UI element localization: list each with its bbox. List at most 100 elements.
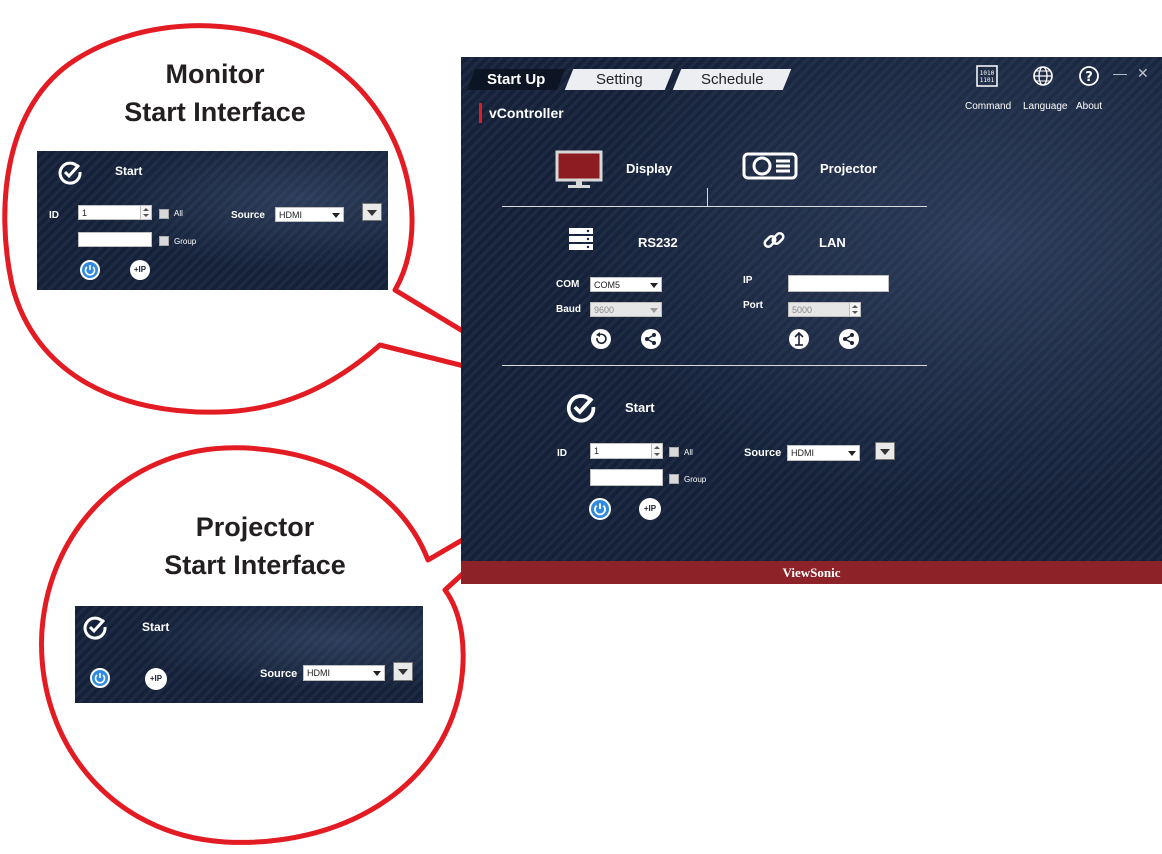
source-select[interactable]: HDMI [303, 665, 385, 681]
projector-icon[interactable] [742, 149, 798, 183]
group-checkbox[interactable] [159, 236, 169, 246]
about-label: About [1076, 101, 1103, 112]
group-input[interactable] [590, 469, 663, 486]
all-checkbox[interactable] [159, 209, 169, 219]
ip-label: IP [743, 275, 753, 286]
send-button[interactable] [393, 662, 413, 681]
source-select[interactable]: HDMI [787, 445, 860, 461]
power-button[interactable] [589, 498, 611, 520]
source-label: Source [231, 210, 265, 221]
com-select[interactable]: COM5 [590, 277, 662, 292]
tab-setting[interactable]: Setting [564, 69, 674, 90]
monitor-start-panel: Start ID 1 All Group Source HDMI +IP [37, 151, 388, 290]
power-icon [84, 265, 96, 276]
send-button[interactable] [875, 442, 895, 460]
projector-label[interactable]: Projector [820, 161, 877, 176]
port-stepper[interactable]: 5000 [788, 302, 861, 317]
source-value: HDMI [307, 668, 330, 678]
divider [502, 206, 927, 207]
tab-schedule[interactable]: Schedule [672, 69, 792, 90]
language-button[interactable] [1032, 65, 1054, 87]
baud-value: 9600 [594, 305, 615, 315]
lan-title: LAN [819, 235, 846, 250]
display-label[interactable]: Display [626, 161, 672, 176]
tab-start-up[interactable]: Start Up [466, 69, 566, 90]
projector-callout-line2: Start Interface [164, 550, 346, 580]
monitor-callout-title: Monitor Start Interface [95, 55, 335, 131]
network-search-button[interactable] [789, 329, 809, 349]
id-spin-buttons[interactable] [140, 206, 151, 219]
group-label: Group [174, 237, 197, 246]
svg-text:?: ? [1085, 70, 1093, 85]
tab-bar: Start Up Setting Schedule [461, 57, 1162, 93]
server-icon [569, 228, 593, 250]
minimize-button[interactable]: — [1113, 65, 1127, 81]
check-circle-icon [83, 616, 107, 640]
group-checkbox[interactable] [669, 474, 679, 484]
source-select[interactable]: HDMI [275, 207, 344, 222]
divider [502, 365, 927, 366]
start-title: Start [115, 164, 143, 178]
language-label: Language [1023, 101, 1068, 112]
add-ip-button[interactable]: +IP [130, 260, 150, 280]
send-button[interactable] [362, 203, 382, 221]
add-ip-button[interactable]: +IP [145, 668, 167, 690]
baud-select[interactable]: 9600 [590, 302, 662, 317]
link-icon [763, 231, 785, 249]
monitor-callout-line2: Start Interface [124, 97, 306, 127]
baud-label: Baud [556, 304, 581, 315]
source-value: HDMI [279, 210, 302, 220]
id-spin-buttons[interactable] [651, 444, 662, 458]
ip-input[interactable] [788, 275, 889, 292]
id-label: ID [557, 448, 567, 459]
app-title: vController [489, 105, 564, 121]
port-spin-buttons[interactable] [849, 303, 860, 316]
chevron-down-icon [373, 671, 381, 676]
help-icon: ? [1079, 66, 1099, 86]
display-icon[interactable] [555, 150, 603, 190]
close-button[interactable]: ✕ [1137, 65, 1149, 82]
all-label: All [174, 209, 183, 218]
add-ip-label: +IP [133, 265, 147, 274]
id-value: 1 [594, 446, 600, 456]
svg-text:1010: 1010 [980, 70, 995, 77]
all-checkbox[interactable] [669, 447, 679, 457]
power-button[interactable] [80, 260, 100, 280]
rs232-title: RS232 [638, 235, 678, 250]
connect-button[interactable] [839, 329, 859, 349]
add-ip-button[interactable]: +IP [639, 498, 661, 520]
source-label: Source [744, 447, 782, 459]
start-title: Start [142, 620, 170, 634]
power-button[interactable] [90, 668, 110, 688]
chevron-down-icon [650, 283, 658, 288]
binary-icon: 10101101 [976, 65, 998, 87]
divider [707, 188, 708, 206]
port-label: Port [743, 300, 763, 311]
power-icon [594, 503, 606, 516]
id-stepper[interactable]: 1 [78, 205, 152, 220]
port-value: 5000 [792, 305, 813, 315]
start-title: Start [625, 400, 655, 415]
refresh-button[interactable] [591, 329, 611, 349]
id-stepper[interactable]: 1 [590, 443, 663, 459]
monitor-callout-line1: Monitor [165, 59, 265, 89]
check-circle-icon [58, 161, 82, 185]
command-button[interactable]: 1010 1101 [976, 65, 998, 87]
projector-start-panel: Start +IP Source HDMI [75, 606, 423, 703]
vcontroller-window: Start Up Setting Schedule vController 10… [461, 57, 1162, 584]
check-circle-icon [566, 394, 596, 423]
add-ip-label: +IP [643, 504, 657, 513]
group-label: Group [684, 475, 707, 484]
com-value: COM5 [594, 280, 621, 290]
group-input[interactable] [78, 232, 152, 247]
chevron-down-icon [848, 451, 856, 456]
title-accent-bar [479, 103, 482, 123]
about-button[interactable]: ? [1078, 65, 1100, 87]
connect-button[interactable] [641, 329, 661, 349]
command-label: Command [965, 101, 1012, 112]
chevron-down-icon [650, 308, 658, 313]
brand-footer: ViewSonic [461, 561, 1162, 584]
source-value: HDMI [791, 448, 814, 458]
all-label: All [684, 448, 693, 457]
projector-callout-line1: Projector [195, 512, 315, 542]
